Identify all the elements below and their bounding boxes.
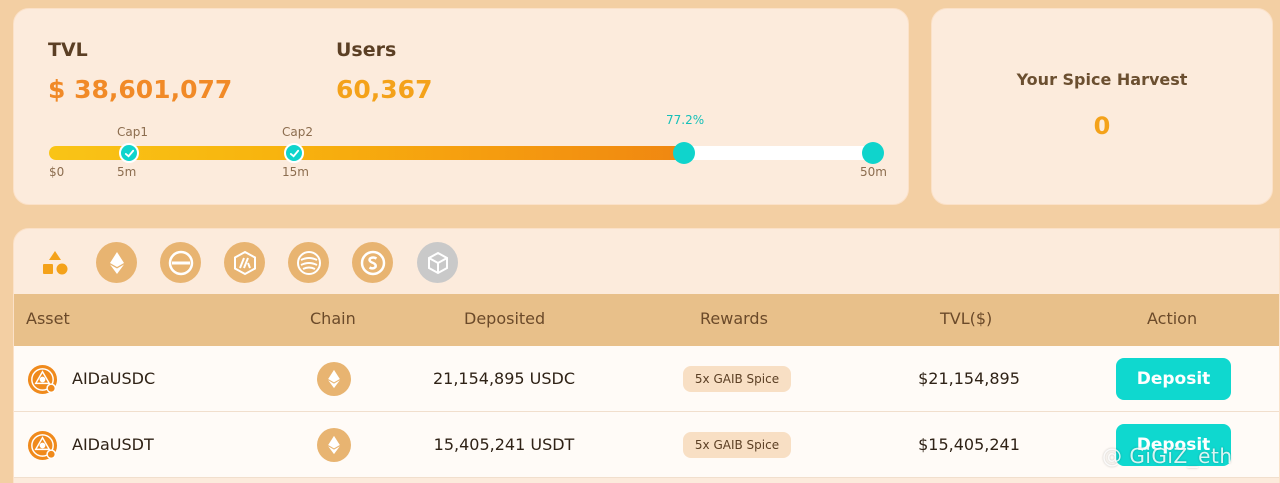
tick-label-0: $0	[49, 165, 65, 179]
cap1-check-icon	[119, 143, 139, 163]
assets-table-card: Asset Chain Deposited Rewards TVL($) Act…	[13, 228, 1280, 483]
ethereum-icon	[317, 428, 351, 462]
asset-name: AIDaUSDT	[72, 435, 154, 454]
progress-current-dot	[673, 142, 695, 164]
spice-harvest-title: Your Spice Harvest	[1016, 70, 1188, 89]
tick-label-5m: 5m	[117, 165, 137, 179]
column-header-rewards: Rewards	[700, 309, 768, 328]
swirl-icon[interactable]	[288, 242, 329, 283]
ethereum-icon	[317, 362, 351, 396]
spice-harvest-value: 0	[1093, 112, 1111, 140]
column-header-asset: Asset	[26, 309, 70, 328]
aida-token-icon	[27, 364, 58, 395]
arbitrum-icon[interactable]	[224, 242, 265, 283]
ethereum-icon[interactable]	[96, 242, 137, 283]
cube-icon[interactable]	[417, 242, 458, 283]
watermark: @ GiGiZ_eth	[1102, 444, 1233, 468]
column-header-deposited: Deposited	[464, 309, 546, 328]
minus-circle-icon[interactable]	[160, 242, 201, 283]
deposited-amount: 15,405,241 USDT	[433, 435, 575, 454]
users-value: 60,367	[336, 75, 433, 104]
users-label: Users	[336, 39, 397, 61]
spice-harvest-card: Your Spice Harvest 0	[931, 8, 1273, 205]
table-header: Asset Chain Deposited Rewards TVL($) Act…	[14, 294, 1279, 346]
table-row: AIDaUSDC 21,154,895 USDC 5x GAIB Spice $…	[14, 346, 1279, 412]
cap1-label: Cap1	[117, 125, 148, 139]
progress-fill	[49, 146, 684, 160]
rewards-badge: 5x GAIB Spice	[683, 366, 791, 392]
progress-percent-label: 77.2%	[666, 113, 705, 127]
stats-card: TVL $ 38,601,077 Users 60,367 Cap1 Cap2 …	[13, 8, 909, 205]
progress-end-dot	[862, 142, 884, 164]
tvl-value: $ 38,601,077	[48, 75, 233, 104]
tick-label-15m: 15m	[282, 165, 309, 179]
dollar-s-icon[interactable]	[352, 242, 393, 283]
column-header-chain: Chain	[310, 309, 356, 328]
tick-label-50m: 50m	[860, 165, 887, 179]
cap2-label: Cap2	[282, 125, 313, 139]
asset-name: AIDaUSDC	[72, 369, 156, 388]
rewards-badge: 5x GAIB Spice	[683, 432, 791, 458]
shapes-icon[interactable]	[40, 248, 70, 278]
column-header-action: Action	[1147, 309, 1198, 328]
chain-filter-row	[14, 229, 1279, 295]
tvl-amount: $21,154,895	[918, 369, 1020, 388]
tvl-label: TVL	[48, 39, 88, 61]
cap2-check-icon	[284, 143, 304, 163]
aida-token-icon	[27, 430, 58, 461]
deposit-button[interactable]: Deposit	[1116, 358, 1231, 400]
tvl-amount: $15,405,241	[918, 435, 1020, 454]
table-row: AIDaUSDT 15,405,241 USDT 5x GAIB Spice $…	[14, 412, 1279, 478]
column-header-tvl: TVL($)	[940, 309, 993, 328]
deposited-amount: 21,154,895 USDC	[432, 369, 576, 388]
